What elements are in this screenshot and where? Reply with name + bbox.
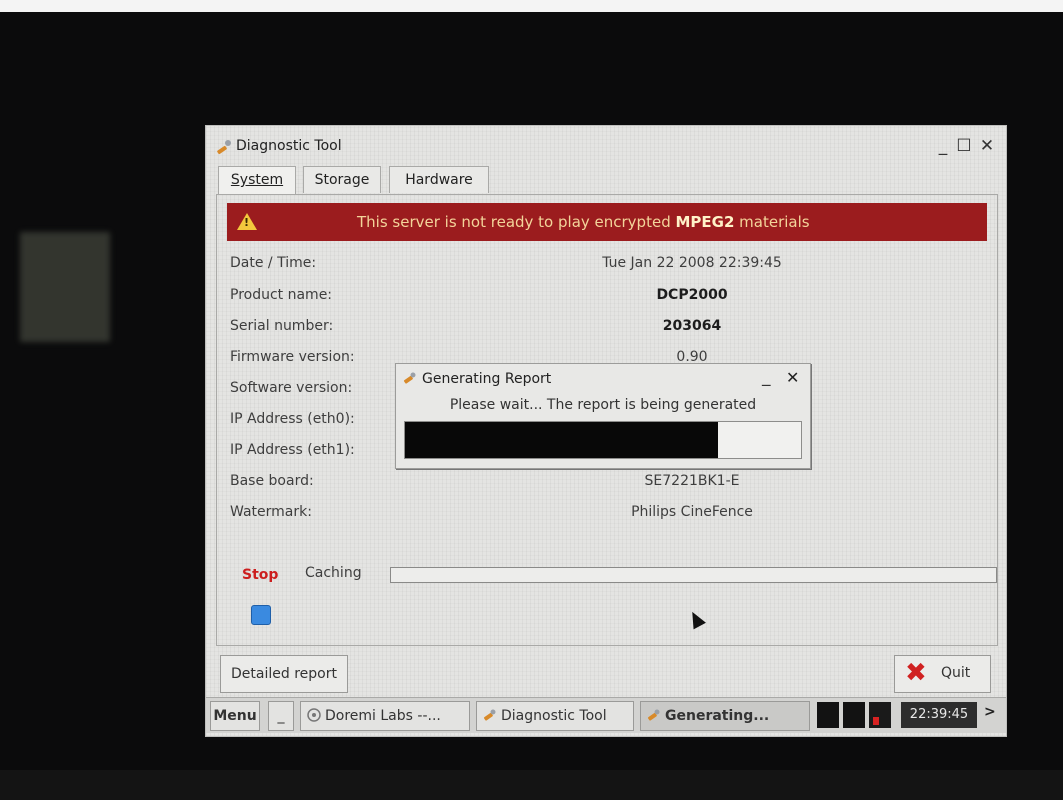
alert-message: This server is not ready to play encrypt… — [357, 213, 810, 231]
monitor-bezel-bottom — [0, 770, 1063, 800]
taskbar-item-doremi[interactable]: Doremi Labs --... — [300, 701, 470, 731]
dialog-title: Generating Report — [422, 371, 552, 387]
quit-button[interactable]: ✖ Quit — [894, 655, 991, 693]
report-progress-bar — [404, 421, 802, 459]
serial-number-value: 203064 — [662, 318, 722, 334]
generating-report-dialog: Generating Report _ ✕ Please wait... The… — [395, 363, 811, 469]
encryption-alert-banner: ! This server is not ready to play encry… — [227, 203, 987, 241]
close-button[interactable]: ✕ — [977, 136, 997, 156]
report-progress-fill — [405, 422, 718, 458]
diagnostic-tool-window: Diagnostic Tool _ ☐ ✕ System Storage Har… — [205, 125, 1007, 737]
dialog-close-button[interactable]: ✕ — [786, 368, 799, 387]
window-titlebar[interactable]: Diagnostic Tool _ ☐ ✕ — [206, 126, 1006, 164]
tab-system[interactable]: System — [218, 166, 296, 195]
maximize-button[interactable]: ☐ — [954, 136, 974, 156]
taskbar-menu-button[interactable]: Menu — [210, 701, 260, 731]
wrench-icon — [647, 709, 660, 721]
taskbar-item-generating[interactable]: Generating... — [640, 701, 810, 731]
taskbar: Menu _ Doremi Labs --... Diagnostic Tool… — [206, 697, 1006, 733]
warning-icon: ! — [237, 213, 257, 230]
wrench-icon — [217, 140, 231, 155]
dialog-minimize-button[interactable]: _ — [762, 367, 771, 387]
wrench-icon — [403, 372, 416, 384]
tab-system-label: System — [230, 172, 284, 188]
ip-eth1-label: IP Address (eth1): — [230, 442, 355, 458]
taskbar-item-diagnostic-tool[interactable]: Diagnostic Tool — [476, 701, 634, 731]
tray-indicator-1[interactable] — [817, 702, 839, 728]
taskbar-item-diagnostic-tool-label: Diagnostic Tool — [501, 708, 607, 724]
wrench-icon — [483, 709, 496, 721]
minimize-button[interactable]: _ — [933, 136, 953, 156]
tray-network-icon[interactable] — [869, 702, 891, 728]
detailed-report-label: Detailed report — [231, 666, 337, 682]
product-name-value: DCP2000 — [656, 287, 728, 303]
caching-progress-bar — [390, 567, 997, 583]
taskbar-more-button[interactable]: > — [984, 704, 996, 720]
detailed-report-button[interactable]: Detailed report — [220, 655, 348, 693]
caching-label: Caching — [305, 565, 362, 581]
watermark-value: Philips CineFence — [631, 504, 753, 520]
taskbar-item-doremi-label: Doremi Labs --... — [325, 708, 441, 724]
taskbar-item-generating-label: Generating... — [665, 708, 770, 724]
dialog-message: Please wait... The report is being gener… — [449, 397, 757, 413]
serial-number-label: Serial number: — [230, 318, 334, 334]
monitor-bezel-top — [0, 0, 1063, 12]
taskbar-minimize-all-button[interactable]: _ — [268, 701, 294, 731]
watermark-label: Watermark: — [230, 504, 312, 520]
taskbar-clock: 22:39:45 — [901, 702, 977, 728]
tab-storage[interactable]: Storage — [303, 166, 381, 193]
date-time-value: Tue Jan 22 2008 22:39:45 — [602, 255, 782, 271]
doremi-icon — [307, 708, 321, 722]
ip-eth0-label: IP Address (eth0): — [230, 411, 355, 427]
quit-label: Quit — [941, 665, 971, 681]
stop-caching-button[interactable]: Stop — [242, 567, 278, 583]
product-name-label: Product name: — [230, 287, 333, 303]
software-version-label: Software version: — [230, 380, 353, 396]
status-checkbox[interactable] — [251, 605, 271, 625]
monitor-reflection — [20, 232, 110, 342]
tab-hardware[interactable]: Hardware — [389, 166, 489, 193]
base-board-value: SE7221BK1-E — [644, 473, 740, 489]
base-board-label: Base board: — [230, 473, 314, 489]
date-time-label: Date / Time: — [230, 255, 317, 271]
firmware-version-label: Firmware version: — [230, 349, 355, 365]
tray-indicator-2[interactable] — [843, 702, 865, 728]
window-title: Diagnostic Tool — [236, 138, 342, 154]
quit-x-icon: ✖ — [905, 658, 927, 688]
